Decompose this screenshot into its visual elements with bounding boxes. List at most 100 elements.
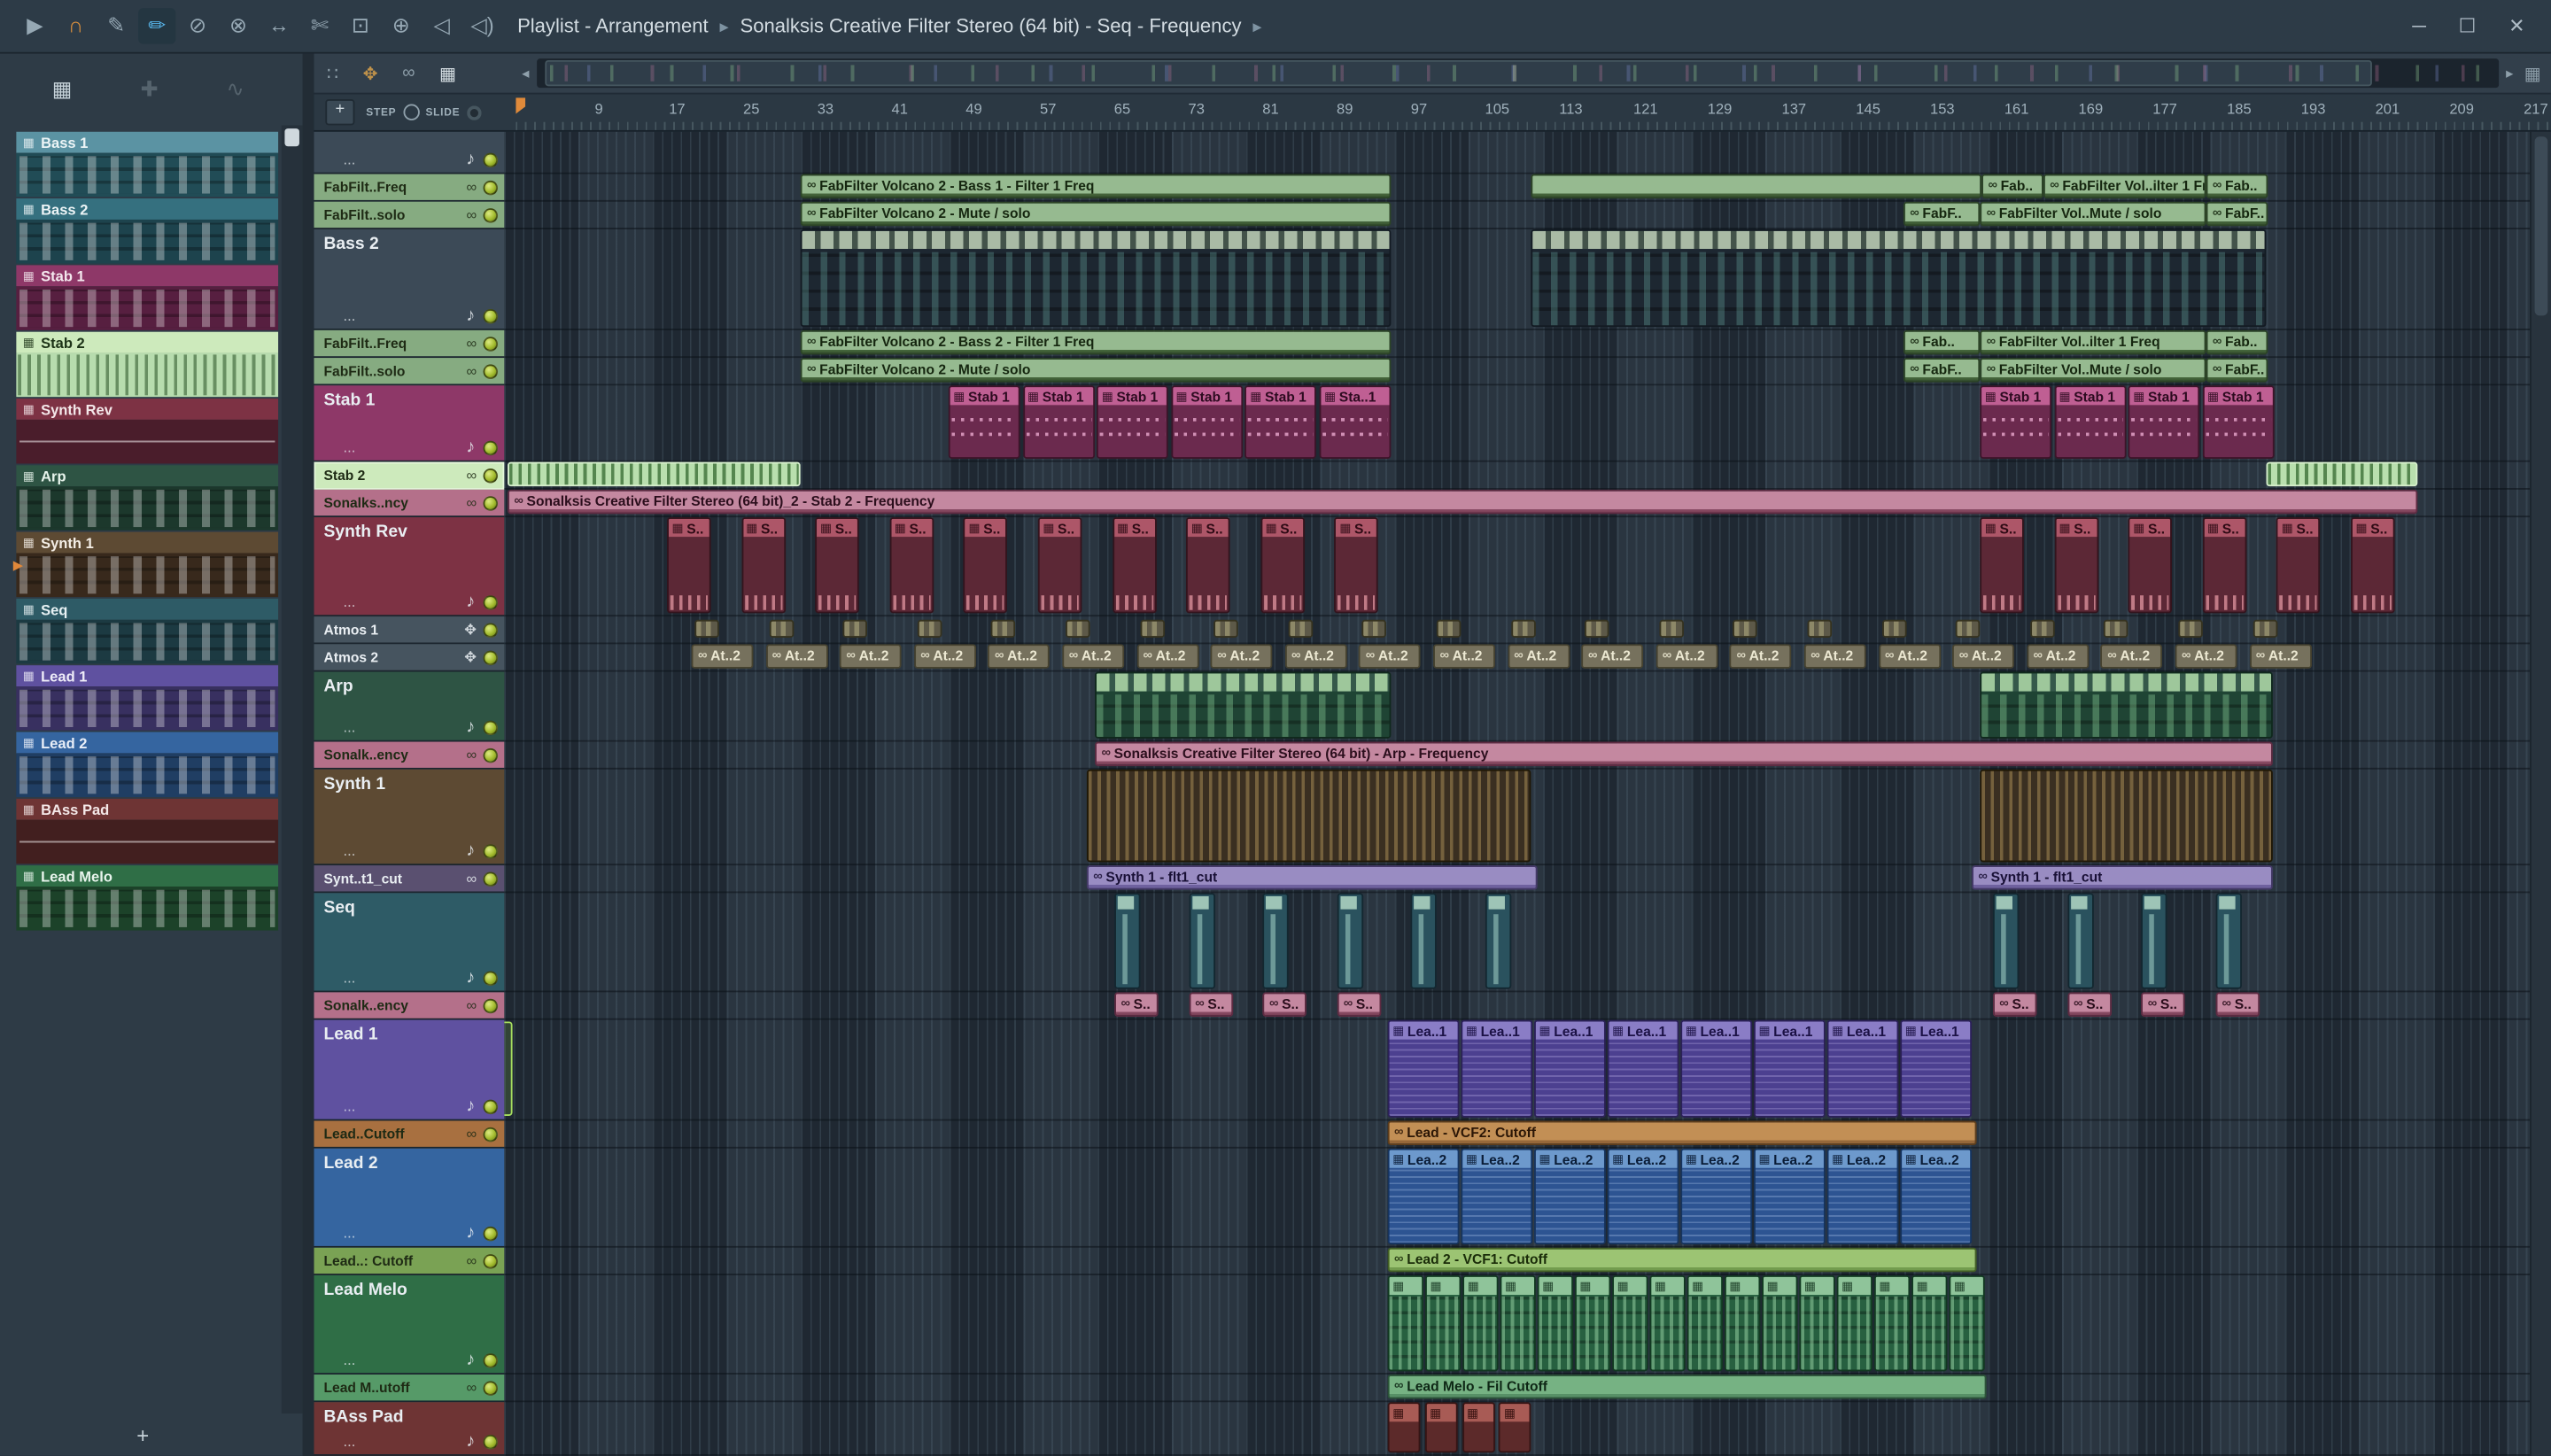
- mute-led[interactable]: [483, 747, 499, 763]
- slice-tool-icon[interactable]: ✄: [301, 8, 338, 43]
- pattern-clip-s[interactable]: ▦ S..: [815, 517, 860, 614]
- slide-knob[interactable]: [466, 105, 482, 120]
- mute-led[interactable]: [483, 1253, 499, 1268]
- pattern-clip[interactable]: ▦: [1462, 1274, 1499, 1372]
- pattern-clip[interactable]: ▦: [1873, 1274, 1911, 1372]
- magnet-grid-icon[interactable]: ▦: [439, 63, 456, 84]
- track-header-seq[interactable]: Seq... ♪: [314, 893, 505, 993]
- track-options-dots[interactable]: ...: [344, 970, 458, 986]
- pattern-clip-s[interactable]: ▦ S..: [1260, 517, 1305, 614]
- pattern-clip[interactable]: [1139, 619, 1165, 638]
- pattern-clip[interactable]: [1114, 893, 1141, 989]
- automation-clip-sonalksis-creative-filter-stereo-64-bit-2-stab-2-frequency[interactable]: ∞ Sonalksis Creative Filter Stereo (64 bi…: [508, 489, 2418, 515]
- playlist-lane-lead-cutoff[interactable]: ∞ Lead - VCF2: Cutoff: [504, 1120, 2531, 1149]
- swing-link-icon[interactable]: ∞: [402, 64, 415, 83]
- track-header-synth-1[interactable]: Synth 1... ♪: [314, 769, 505, 866]
- pattern-clip[interactable]: [2141, 893, 2167, 989]
- step-toggle[interactable]: [402, 104, 420, 120]
- automation-clip-at-2[interactable]: ∞ At..2: [1730, 644, 1792, 669]
- track-header-atmos-1[interactable]: Atmos 1 ✥: [314, 616, 505, 645]
- automation-clip-s[interactable]: ∞ S..: [1114, 992, 1159, 1017]
- pattern-clip[interactable]: [1288, 619, 1313, 638]
- track-header-lead-1[interactable]: Lead 1... ♪: [314, 1019, 505, 1121]
- pattern-clip-s[interactable]: ▦ S..: [1980, 517, 2024, 614]
- track-header-atmos-2[interactable]: Atmos 2 ✥: [314, 644, 505, 672]
- track-header-lead-cutoff[interactable]: Lead..Cutoff ∞: [314, 1120, 505, 1149]
- automation-clip-sonalksis-creative-filter-stereo-64-bit-arp-frequency[interactable]: ∞ Sonalksis Creative Filter Stereo (64 bi…: [1095, 741, 2273, 767]
- pattern-clip-lea-1[interactable]: ▦ Lea..1: [1753, 1019, 1826, 1118]
- automation-clip-s[interactable]: ∞ S..: [2215, 992, 2260, 1017]
- pattern-clip[interactable]: [1213, 619, 1239, 638]
- track-header-bass-pad[interactable]: BAss Pad... ♪: [314, 1402, 505, 1456]
- pattern-clip[interactable]: [1992, 893, 2020, 989]
- pattern-clip-stab-1[interactable]: ▦ Stab 1: [1022, 385, 1095, 459]
- automation-clip-at-2[interactable]: ∞ At..2: [1655, 644, 1718, 669]
- pattern-clip-stab-1[interactable]: ▦ Stab 1: [2054, 385, 2126, 459]
- pattern-grid-icon[interactable]: ▦: [52, 76, 73, 102]
- playlist-lane-bass-pad[interactable]: ▦ ▦ ▦ ▦: [504, 1402, 2531, 1456]
- preview-speaker-icon[interactable]: ◁): [463, 8, 500, 43]
- playlist-lane-lead-2[interactable]: ▦ Lea..2 ▦ Lea..2 ▦ Lea..2 ▦ Lea..2 ▦ Lea..2 ▦ Lea.…: [504, 1148, 2531, 1248]
- pattern-clip-s[interactable]: ▦ S..: [1186, 517, 1230, 614]
- pattern-clip-lea-2[interactable]: ▦ Lea..2: [1900, 1148, 1973, 1245]
- automation-clip-at-2[interactable]: ∞ At..2: [1210, 644, 1273, 669]
- pattern-clip[interactable]: ▦: [1387, 1402, 1421, 1453]
- playlist-lane-arp[interactable]: [504, 671, 2531, 742]
- pattern-clip[interactable]: [1485, 893, 1512, 989]
- track-options-dots[interactable]: ...: [344, 1098, 458, 1114]
- playlist-lane-fabfilt-freq[interactable]: ∞ FabFilter Volcano 2 - Bass 2 - Filter 1…: [504, 329, 2531, 359]
- track-header-arp[interactable]: Arp... ♪: [314, 671, 505, 742]
- automation-clip-at-2[interactable]: ∞ At..2: [2175, 644, 2237, 669]
- playlist-lane-seq[interactable]: [504, 893, 2531, 993]
- picker-item-synth-1[interactable]: ▦ Synth 1 ▶: [13, 531, 279, 598]
- track-header-lead-melo[interactable]: Lead Melo... ♪: [314, 1274, 505, 1375]
- pattern-clip[interactable]: ▦: [1762, 1274, 1798, 1372]
- pattern-clip-lea-1[interactable]: ▦ Lea..1: [1680, 1019, 1753, 1118]
- automation-clip-fab[interactable]: ∞ Fab..: [2206, 174, 2268, 199]
- track-header-hidden-track[interactable]: ... ♪: [314, 131, 505, 174]
- automation-clip-synth-1-flt1-cut[interactable]: ∞ Synth 1 - flt1_cut: [1972, 865, 2273, 890]
- pattern-clip[interactable]: [1980, 671, 2273, 739]
- pattern-clip[interactable]: [2252, 619, 2277, 638]
- mute-led[interactable]: [483, 363, 499, 379]
- pattern-clip-lea-1[interactable]: ▦ Lea..1: [1607, 1019, 1679, 1118]
- picker-plus-icon[interactable]: ✚: [141, 76, 159, 102]
- pattern-clip-lea-2[interactable]: ▦ Lea..2: [1680, 1148, 1753, 1245]
- pattern-clip-s[interactable]: ▦ S..: [2351, 517, 2395, 614]
- pattern-clip[interactable]: [917, 619, 942, 638]
- automation-clip-at-2[interactable]: ∞ At..2: [913, 644, 976, 669]
- pattern-clip-s[interactable]: ▦ S..: [1334, 517, 1379, 614]
- track-header-sonalk-ency[interactable]: Sonalk..ency ∞: [314, 741, 505, 770]
- mute-led[interactable]: [483, 151, 499, 167]
- timeline-overview-scrollbar[interactable]: [537, 58, 2499, 89]
- automation-clip[interactable]: [1531, 174, 1982, 199]
- track-options-dots[interactable]: ...: [344, 1225, 458, 1241]
- pattern-clip-sta-1[interactable]: ▦ Sta..1: [1319, 385, 1392, 459]
- pattern-clip[interactable]: ▦: [1949, 1274, 1985, 1372]
- track-options-dots[interactable]: ...: [344, 439, 458, 455]
- playlist-lane-synt-t1-cut[interactable]: ∞ Synth 1 - flt1_cut ∞ Synth 1 - flt1_cut: [504, 865, 2531, 894]
- automation-clip-at-2[interactable]: ∞ At..2: [1136, 644, 1198, 669]
- pattern-clip-lea-2[interactable]: ▦ Lea..2: [1534, 1148, 1606, 1245]
- pattern-clip[interactable]: ▦: [1499, 1402, 1532, 1453]
- mute-led[interactable]: [483, 1126, 499, 1142]
- automation-clip-fabfilter-vol-mute-solo[interactable]: ∞ FabFilter Vol..Mute / solo: [1980, 201, 2206, 227]
- mute-led[interactable]: [483, 439, 499, 455]
- pattern-clip[interactable]: [2066, 893, 2094, 989]
- pattern-clip[interactable]: [769, 619, 794, 638]
- playlist-lane-lead-cutoff[interactable]: ∞ Lead 2 - VCF1: Cutoff: [504, 1247, 2531, 1275]
- fl-logo-icon[interactable]: ∩: [57, 8, 94, 43]
- pattern-clip-s[interactable]: ▦ S..: [667, 517, 711, 614]
- picker-item-arp[interactable]: ▦ Arp: [16, 465, 279, 531]
- pattern-clip-lea-1[interactable]: ▦ Lea..1: [1900, 1019, 1973, 1118]
- pattern-clip[interactable]: [1411, 893, 1438, 989]
- pattern-clip[interactable]: [1956, 619, 1981, 638]
- mute-led[interactable]: [483, 336, 499, 351]
- pattern-clip[interactable]: [842, 619, 868, 638]
- playlist-grid[interactable]: ∞ FabFilter Volcano 2 - Bass 1 - Filter 1…: [504, 131, 2531, 1456]
- pan-tool-icon[interactable]: ✥: [363, 63, 378, 84]
- pattern-clip-stab-1[interactable]: ▦ Stab 1: [1171, 385, 1243, 459]
- mute-led[interactable]: [483, 871, 499, 887]
- track-options-dots[interactable]: ...: [344, 151, 458, 167]
- pattern-clip[interactable]: [800, 228, 1392, 328]
